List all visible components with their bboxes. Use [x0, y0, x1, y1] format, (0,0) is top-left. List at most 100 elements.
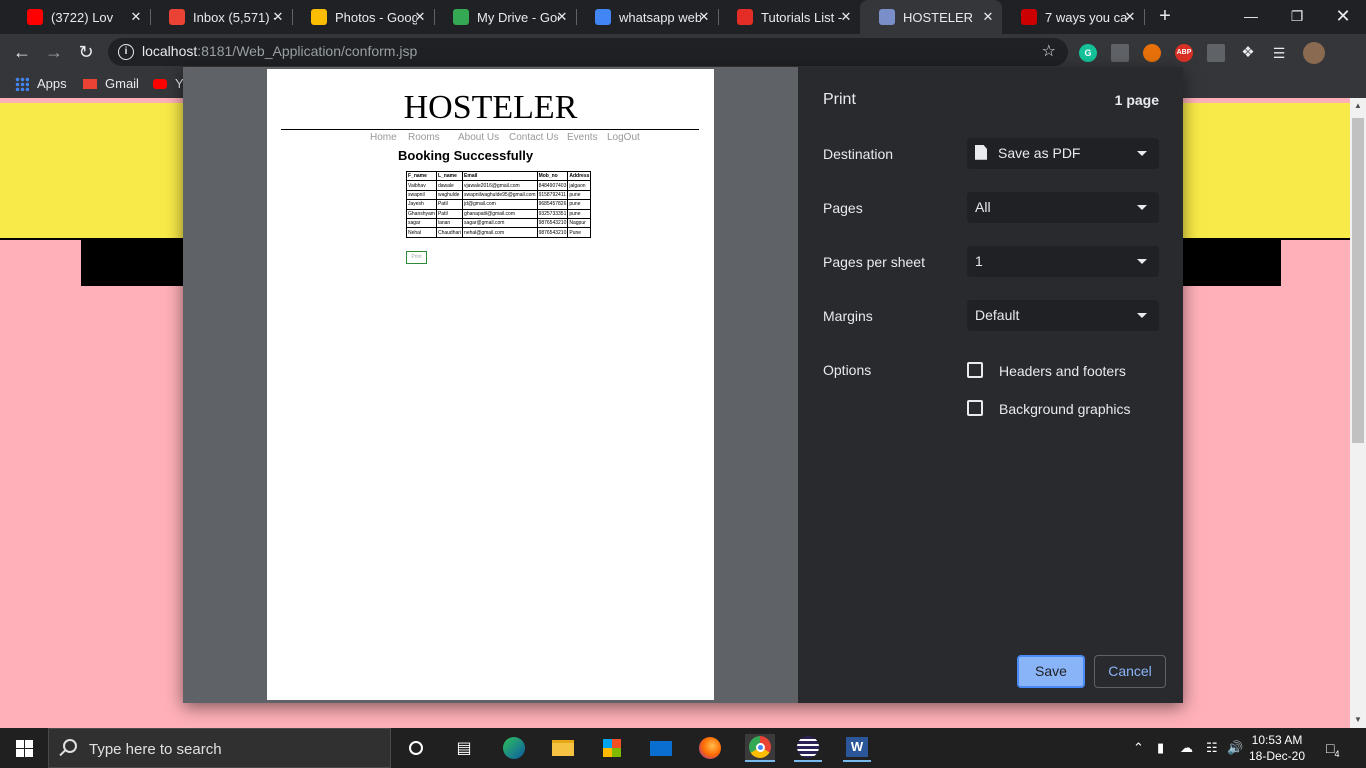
grammarly-icon[interactable]: G — [1079, 44, 1097, 62]
extension-icon-2[interactable] — [1143, 44, 1161, 62]
wifi-icon[interactable]: ☷ — [1206, 740, 1218, 756]
preview-page: HOSTELER Home Rooms About Us Contact Us … — [267, 69, 714, 700]
volume-icon[interactable]: 🔊 — [1227, 740, 1243, 756]
battery-icon[interactable]: ▮ — [1157, 740, 1164, 756]
close-tab-icon[interactable]: ✕ — [412, 9, 428, 25]
clock-time: 10:53 AM — [1251, 733, 1303, 747]
table-cell: sagar — [406, 217, 437, 229]
pages-label: Pages — [823, 200, 863, 216]
table-row: Ghanshyam Patil ghanapatil@gmail.com 932573… — [406, 208, 592, 219]
minimize-button[interactable]: — — [1236, 4, 1266, 28]
bookmark-apps[interactable]: Apps — [15, 76, 67, 91]
destination-select[interactable]: Save as PDF — [967, 138, 1159, 169]
menu-logout: LogOut — [607, 132, 640, 143]
cortana-icon[interactable] — [402, 734, 430, 762]
headers-footers-checkbox[interactable] — [967, 362, 983, 378]
back-button[interactable]: ← — [10, 40, 34, 64]
notification-count: 4 — [1334, 748, 1340, 759]
scroll-thumb[interactable] — [1352, 118, 1364, 443]
margins-label: Margins — [823, 308, 873, 324]
scroll-down-arrow[interactable]: ▼ — [1350, 712, 1366, 728]
pages-per-sheet-label: Pages per sheet — [823, 254, 925, 270]
table-cell: pune — [567, 208, 592, 219]
extension-icon[interactable] — [1111, 44, 1129, 62]
media-control-icon[interactable]: ☰ — [1270, 44, 1288, 62]
close-tab-icon[interactable]: ✕ — [696, 9, 712, 25]
table-row: swapnil waghulde swapnilwaghulde95@gmail.c… — [406, 189, 592, 201]
table-cell: dawale — [435, 180, 464, 191]
windows-start-icon[interactable] — [0, 728, 48, 768]
table-cell: Patil — [435, 208, 464, 219]
firefox-icon[interactable] — [696, 734, 724, 762]
new-tab-button[interactable]: + — [1153, 5, 1177, 29]
edge-icon[interactable] — [500, 734, 528, 762]
table-cell: sagar@gmail.com — [462, 217, 538, 229]
save-button[interactable]: Save — [1017, 655, 1085, 688]
browser-tab[interactable]: whatsapp web ✕ — [576, 0, 719, 34]
menu-contact: Contact Us — [509, 132, 559, 143]
close-tab-icon[interactable]: ✕ — [838, 9, 854, 25]
table-cell: jd@gmail.com — [462, 199, 538, 210]
task-view-icon[interactable]: ▤ — [450, 734, 478, 762]
browser-tab[interactable]: My Drive - Goo ✕ — [434, 0, 577, 34]
cnbc-icon — [1021, 9, 1037, 25]
browser-tab[interactable]: HOSTELER ✕ — [860, 0, 1002, 34]
pages-select[interactable]: All — [967, 192, 1159, 223]
pages-per-sheet-value: 1 — [975, 253, 983, 269]
background-graphics-label[interactable]: Background graphics — [999, 401, 1131, 417]
table-header-cell: Mob_no — [536, 170, 569, 182]
chrome-icon[interactable] — [745, 734, 775, 762]
tab-separator — [1144, 9, 1145, 25]
extension-icon-3[interactable] — [1207, 44, 1225, 62]
system-clock[interactable]: 10:53 AM 18-Dec-20 — [1246, 732, 1308, 764]
page-scrollbar[interactable]: ▲ ▼ — [1350, 98, 1366, 728]
browser-tab[interactable]: Inbox (5,571) - ✕ — [150, 0, 293, 34]
adblock-icon[interactable]: ABP — [1175, 44, 1193, 62]
close-window-button[interactable]: ✕ — [1328, 4, 1358, 28]
browser-tab[interactable]: Tutorials List - ✕ — [718, 0, 860, 34]
table-header-cell: F_name — [406, 170, 437, 182]
close-tab-icon[interactable]: ✕ — [980, 9, 996, 25]
bookmark-youtube[interactable]: Y — [153, 76, 184, 91]
table-cell: Pune — [567, 227, 592, 238]
bookmark-gmail[interactable]: Gmail — [83, 76, 139, 91]
pages-per-sheet-select[interactable]: 1 — [967, 246, 1159, 277]
close-tab-icon[interactable]: ✕ — [1122, 9, 1138, 25]
windows-taskbar: Type here to search ▤ W ⌃ ▮ ☁ ☷ 🔊 10:53 … — [0, 728, 1366, 768]
table-cell: nehal@gmail.com — [462, 227, 538, 238]
store-icon[interactable] — [598, 734, 626, 762]
profile-avatar[interactable] — [1303, 42, 1325, 64]
chevron-down-icon — [1137, 313, 1147, 318]
address-bar[interactable]: i localhost:8181/Web_Application/conform… — [108, 38, 1068, 66]
file-explorer-icon[interactable] — [549, 734, 577, 762]
onedrive-icon[interactable]: ☁ — [1180, 740, 1193, 756]
headers-footers-label[interactable]: Headers and footers — [999, 363, 1126, 379]
forward-button[interactable]: → — [42, 40, 66, 64]
browser-tab[interactable]: 7 ways you ca ✕ — [1002, 0, 1145, 34]
eclipse-icon[interactable] — [794, 734, 822, 762]
browser-tab[interactable]: Photos - Goog ✕ — [292, 0, 435, 34]
browser-tab[interactable]: (3722) Lov ✕ — [8, 0, 151, 34]
margins-select[interactable]: Default — [967, 300, 1159, 331]
taskbar-search-box[interactable]: Type here to search — [48, 728, 391, 768]
reload-button[interactable]: ↻ — [74, 40, 98, 64]
close-tab-icon[interactable]: ✕ — [270, 9, 286, 25]
youtube-icon — [153, 78, 167, 89]
bookmark-star-icon[interactable]: ☆ — [1042, 41, 1056, 61]
word-icon[interactable]: W — [843, 734, 871, 762]
gmail-icon — [169, 9, 185, 25]
menu-events: Events — [567, 132, 598, 143]
puzzle-icon[interactable]: ❖ — [1239, 44, 1257, 62]
cancel-button[interactable]: Cancel — [1094, 655, 1166, 688]
close-tab-icon[interactable]: ✕ — [554, 9, 570, 25]
apps-grid-icon — [15, 76, 29, 91]
restore-button[interactable]: ❐ — [1282, 4, 1312, 28]
site-info-icon[interactable]: i — [118, 44, 134, 60]
mail-icon[interactable] — [647, 734, 675, 762]
close-tab-icon[interactable]: ✕ — [128, 9, 144, 25]
header-rule — [281, 129, 699, 130]
show-hidden-icons-chevron[interactable]: ⌃ — [1133, 740, 1144, 756]
background-graphics-checkbox[interactable] — [967, 400, 983, 416]
scroll-up-arrow[interactable]: ▲ — [1350, 98, 1366, 114]
notification-icon[interactable]: □4 — [1326, 740, 1339, 759]
